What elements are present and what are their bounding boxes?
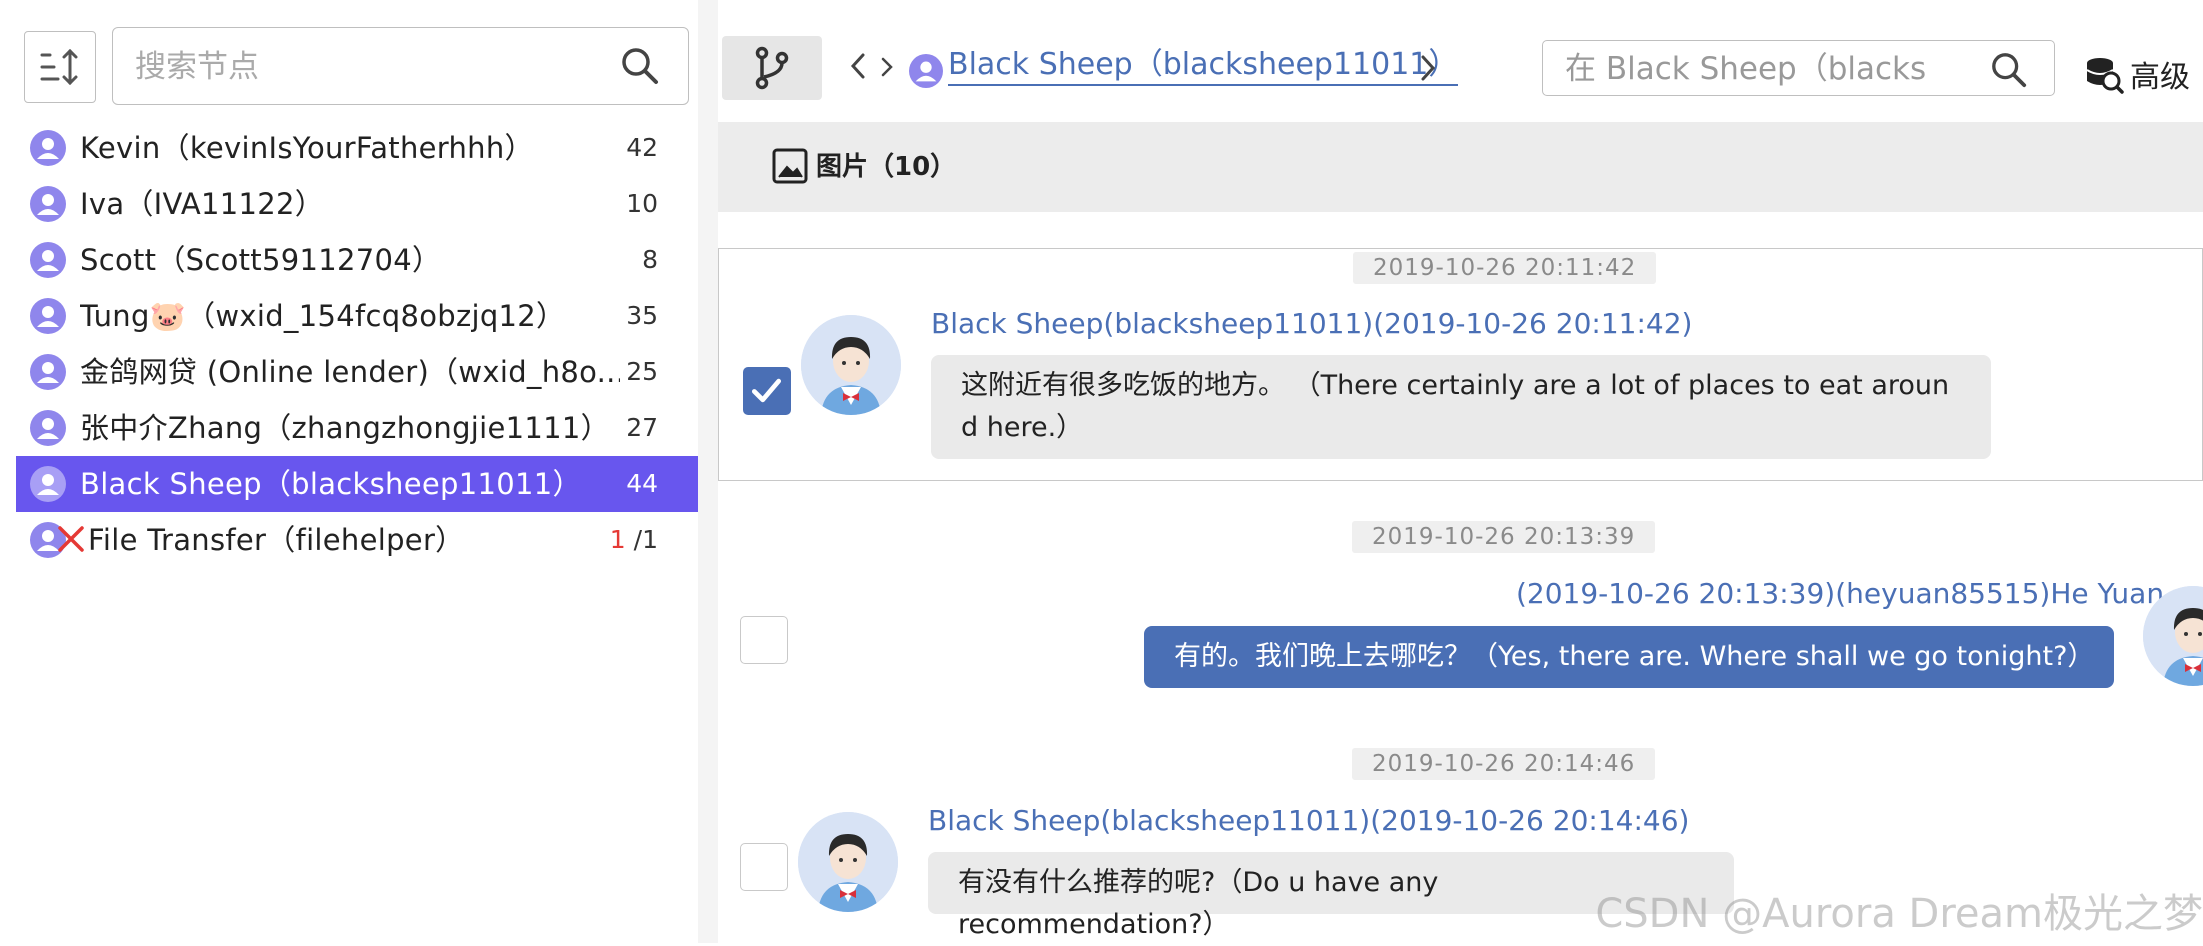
node-item-zhang[interactable]: 张中介Zhang（zhangzhongjie1111） 27: [16, 400, 698, 456]
image-filter-label[interactable]: 图片（10）: [816, 148, 956, 186]
node-count: 25: [626, 357, 658, 386]
node-label: Scott（Scott59112704）: [80, 243, 442, 277]
message-bubble[interactable]: 这附近有很多吃饭的地方。 （There certainly are a lot …: [931, 355, 1991, 459]
conversation-search-input[interactable]: [1563, 41, 1967, 96]
node-item-scott[interactable]: Scott（Scott59112704） 8: [16, 232, 698, 288]
user-avatar-icon: [30, 186, 66, 222]
branch-icon: [755, 46, 789, 90]
node-item-kevin[interactable]: Kevin（kevinIsYourFatherhhh） 42: [16, 120, 698, 176]
message-text-line: 这附近有很多吃饭的地方。 （There certainly are a lot …: [961, 370, 1950, 401]
node-label: File Transfer（filehelper）: [88, 523, 465, 557]
message-sender: Black Sheep(blacksheep11011)(2019-10-26 …: [928, 804, 1690, 837]
advanced-label: 高级: [2130, 60, 2190, 95]
user-avatar-icon: [30, 130, 66, 166]
node-label: Tung🐷（wxid_154fcq8obzjq12）: [80, 299, 566, 333]
node-label: 张中介Zhang（zhangzhongjie1111）: [80, 411, 610, 445]
user-avatar-icon: [30, 242, 66, 278]
node-count: 8: [642, 245, 658, 274]
message-checkbox[interactable]: [740, 843, 788, 891]
sort-button[interactable]: [24, 31, 96, 103]
node-count: 1 /1: [610, 512, 658, 568]
node-label: Kevin（kevinIsYourFatherhhh）: [80, 131, 534, 165]
unread-count: 1: [609, 525, 626, 554]
user-avatar-icon: [30, 354, 66, 390]
user-avatar-icon: [909, 54, 943, 88]
avatar-boy-icon: [801, 315, 901, 415]
node-label: Black Sheep（blacksheep11011）: [80, 467, 582, 501]
branch-button[interactable]: [722, 36, 822, 100]
node-count: 42: [626, 133, 658, 162]
message-text-line: d here.）: [961, 412, 1084, 443]
message-timestamp: 2019-10-26 20:13:39: [1352, 521, 1656, 553]
chevron-right-icon[interactable]: [1418, 53, 1438, 83]
node-list: Kevin（kevinIsYourFatherhhh） 42 Iva（IVA11…: [16, 120, 698, 568]
avatar-boy-icon: [798, 812, 898, 912]
node-count: 44: [626, 469, 658, 498]
message-sender: Black Sheep(blacksheep11011)(2019-10-26 …: [931, 307, 1693, 340]
message-bubble[interactable]: 有的。我们晚上去哪吃？（Yes, there are. Where shall …: [1144, 626, 2114, 688]
filter-bar: 图片（10）: [718, 122, 2203, 212]
close-icon: [58, 526, 84, 552]
message-sender: (2019-10-26 20:13:39)(heyuan85515)He Yua…: [1516, 577, 2165, 610]
breadcrumb-current[interactable]: Black Sheep（blacksheep11011）: [948, 46, 1459, 86]
message-checkbox[interactable]: [743, 367, 791, 415]
avatar: [801, 315, 901, 415]
forward-arrow-icon[interactable]: [880, 56, 894, 78]
node-label: 金鸽网贷 (Online lender)（wxid_h8o...: [80, 355, 620, 389]
node-search-box: [112, 27, 689, 105]
image-icon[interactable]: [772, 148, 808, 184]
user-avatar-icon: [30, 466, 66, 502]
node-item-online-lender[interactable]: 金鸽网贷 (Online lender)（wxid_h8o... 25: [16, 344, 698, 400]
message-timestamp: 2019-10-26 20:14:46: [1352, 748, 1656, 780]
message-row[interactable]: 2019-10-26 20:13:39 (2019-10-26 20:13:39…: [718, 518, 2203, 698]
conversation-panel: Black Sheep（blacksheep11011） 高级: [718, 0, 2203, 943]
user-avatar-icon: [30, 410, 66, 446]
message-checkbox[interactable]: [740, 616, 788, 664]
message-text-line: 有没有什么推荐的呢?（Do u have any recommendation?…: [958, 867, 1439, 940]
checkmark-icon: [751, 378, 782, 403]
node-search-input[interactable]: [133, 28, 617, 105]
back-arrow-icon[interactable]: [848, 51, 868, 81]
database-search-icon: [2086, 58, 2124, 94]
node-item-iva[interactable]: Iva（IVA11122） 10: [16, 176, 698, 232]
sort-icon: [40, 48, 78, 86]
watermark: CSDN @Aurora Dream极光之梦: [1595, 891, 2203, 937]
node-panel: Kevin（kevinIsYourFatherhhh） 42 Iva（IVA11…: [0, 0, 698, 943]
conversation-search-box: [1542, 40, 2055, 96]
message-timestamp: 2019-10-26 20:11:42: [1353, 252, 1657, 284]
search-icon[interactable]: [620, 46, 660, 86]
node-item-file-transfer[interactable]: File Transfer（filehelper） 1 /1: [16, 512, 698, 568]
total-count: /1: [633, 525, 658, 554]
search-icon[interactable]: [1990, 51, 2028, 89]
node-count: 27: [626, 413, 658, 442]
user-avatar-icon: [30, 298, 66, 334]
message-row[interactable]: 2019-10-26 20:11:42 Black Sheep(blackshe…: [718, 248, 2203, 481]
node-label: Iva（IVA11122）: [80, 187, 325, 221]
node-item-black-sheep[interactable]: Black Sheep（blacksheep11011） 44: [16, 456, 698, 512]
message-text-line: 有的。我们晚上去哪吃？（Yes, there are. Where shall …: [1174, 641, 2095, 672]
advanced-search-button[interactable]: 高级: [2084, 52, 2190, 96]
panel-divider[interactable]: [698, 0, 718, 943]
conversation-toolbar: Black Sheep（blacksheep11011） 高级: [718, 18, 2203, 106]
avatar: [798, 812, 898, 912]
node-count: 10: [626, 189, 658, 218]
node-item-tung[interactable]: Tung🐷（wxid_154fcq8obzjq12） 35: [16, 288, 698, 344]
node-count: 35: [626, 301, 658, 330]
